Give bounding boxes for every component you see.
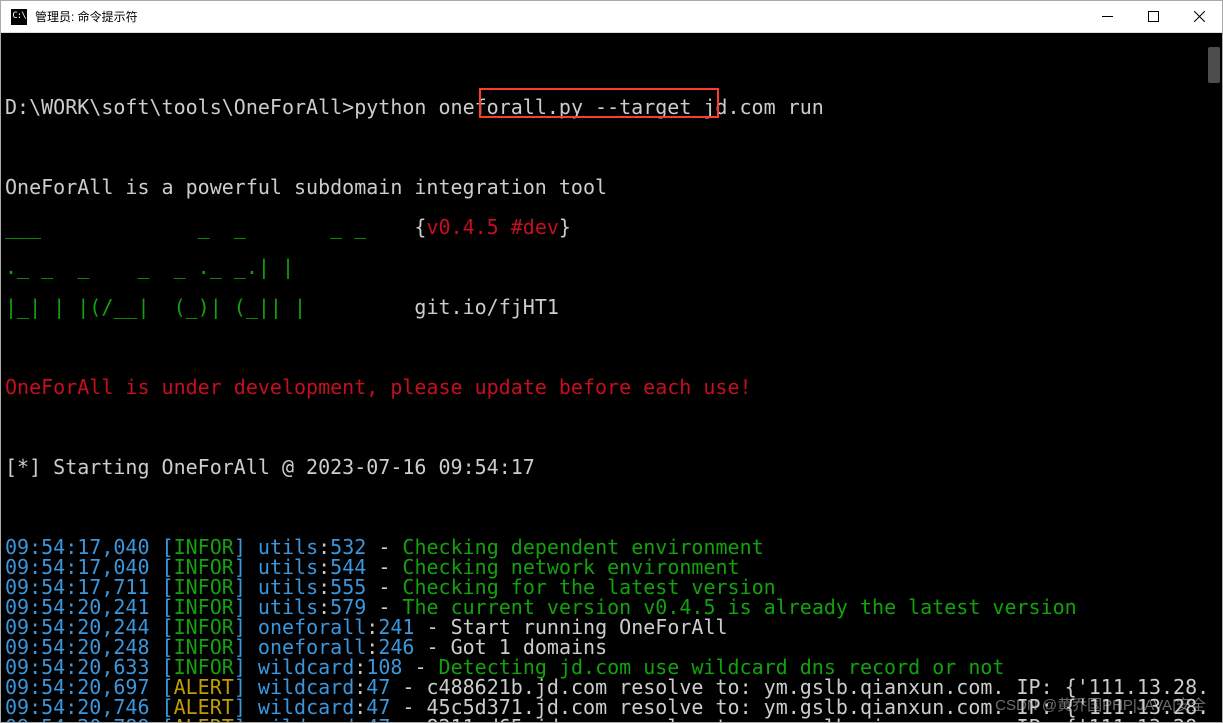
- prompt-path: D:\WORK\soft\tools\OneForAll>: [5, 95, 354, 119]
- log-line: 09:54:17,040 [INFOR] utils:532 - Checkin…: [5, 537, 1222, 557]
- log-line: 09:54:20,241 [INFOR] utils:579 - The cur…: [5, 597, 1222, 617]
- cmd-args: --target jd.com run: [583, 95, 824, 119]
- close-button[interactable]: [1176, 1, 1222, 32]
- cmd-exe: python oneforall.py: [354, 95, 583, 119]
- scrollbar-track[interactable]: [1206, 33, 1222, 722]
- log-line: 09:54:20,248 [INFOR] oneforall:246 - Got…: [5, 637, 1222, 657]
- command-prompt-window: C:\ 管理员: 命令提示符 D:\WORK\soft\tools\OneFor…: [0, 0, 1223, 723]
- cmd-icon: C:\: [11, 9, 27, 25]
- banner-desc: OneForAll is a powerful subdomain integr…: [5, 177, 1222, 197]
- maximize-button[interactable]: [1130, 1, 1176, 32]
- log-line: 09:54:17,711 [INFOR] utils:555 - Checkin…: [5, 577, 1222, 597]
- window-buttons: [1084, 1, 1222, 32]
- window-title: 管理员: 命令提示符: [35, 8, 1084, 25]
- log-line: 09:54:20,633 [INFOR] wildcard:108 - Dete…: [5, 657, 1222, 677]
- prompt-line: D:\WORK\soft\tools\OneForAll>python onef…: [5, 97, 1222, 117]
- version: v0.4.5 #dev: [426, 215, 558, 239]
- terminal-area[interactable]: D:\WORK\soft\tools\OneForAll>python onef…: [1, 33, 1222, 722]
- ascii-art: ___ _: [5, 215, 222, 239]
- log-lines: 09:54:17,040 [INFOR] utils:532 - Checkin…: [5, 537, 1222, 722]
- log-line: 09:54:20,244 [INFOR] oneforall:241 - Sta…: [5, 617, 1222, 637]
- log-line: 09:54:17,040 [INFOR] utils:544 - Checkin…: [5, 557, 1222, 577]
- start-line: [*] Starting OneForAll @ 2023-07-16 09:5…: [5, 457, 1222, 477]
- scrollbar-thumb[interactable]: [1208, 47, 1220, 83]
- log-line: 09:54:20,697 [ALERT] wildcard:47 - c4886…: [5, 677, 1222, 697]
- watermark: CSDN @黄乔国PHP|JAVA|安全: [995, 696, 1206, 716]
- dev-warning: OneForAll is under development, please u…: [5, 377, 1222, 397]
- banner-link: git.io/fjHT1: [414, 295, 559, 319]
- log-line: 09:54:20,789 [ALERT] wildcard:47 - 8211a…: [5, 717, 1222, 722]
- minimize-button[interactable]: [1084, 1, 1130, 32]
- titlebar[interactable]: C:\ 管理员: 命令提示符: [1, 1, 1222, 33]
